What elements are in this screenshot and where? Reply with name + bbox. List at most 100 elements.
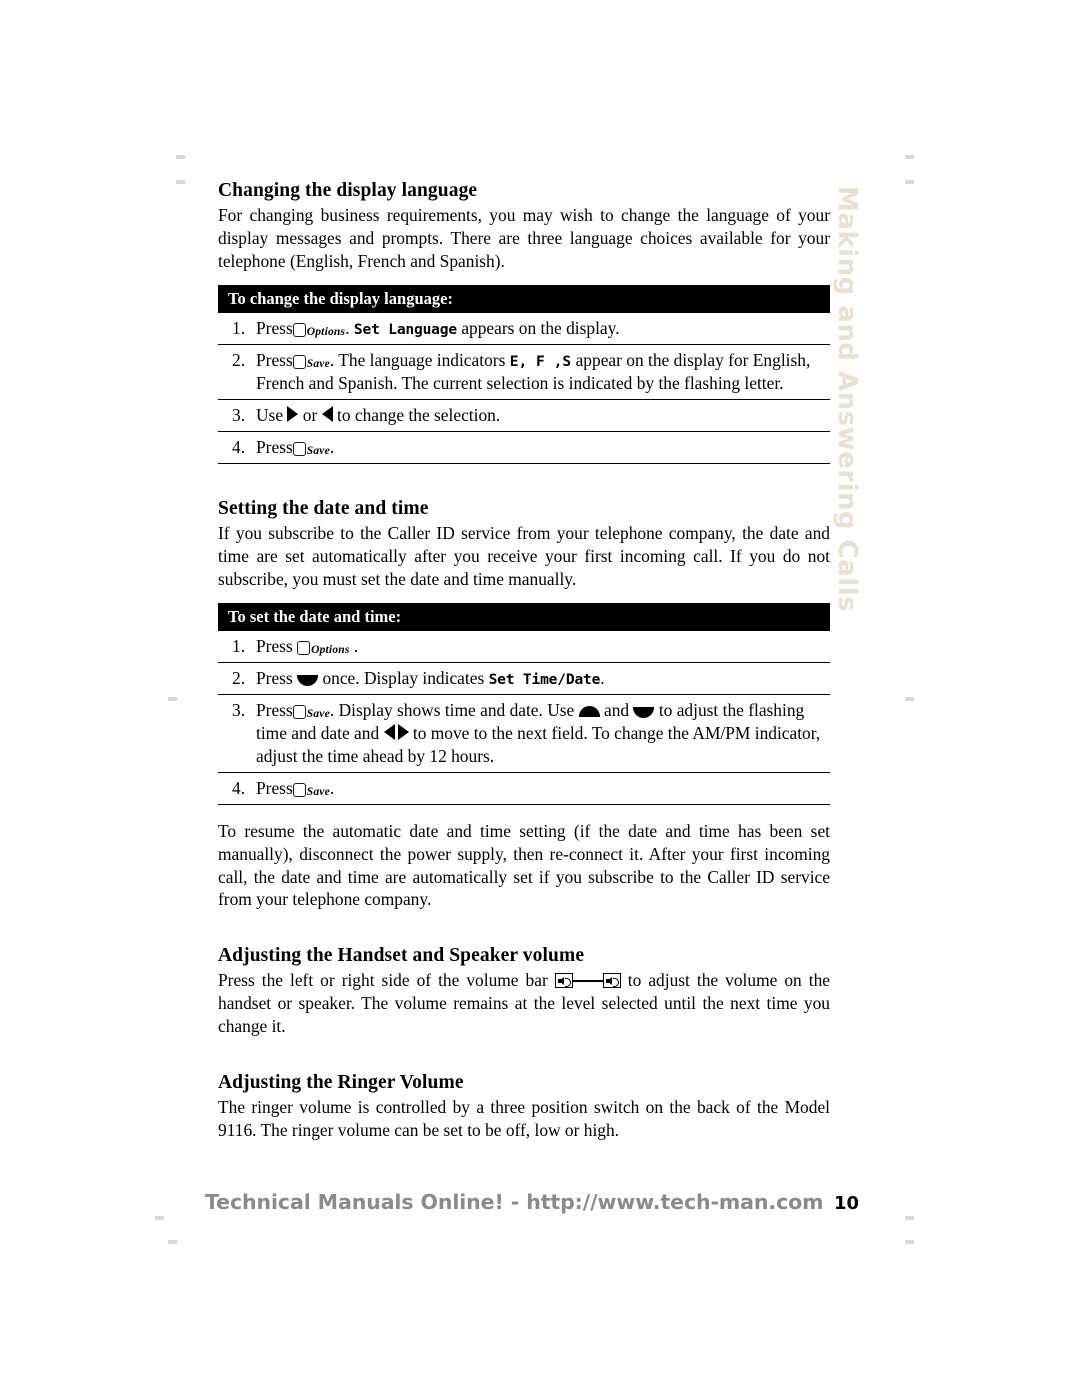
step-mid: once. Display indicates [322, 668, 485, 688]
section-intro-display-language: For changing business requirements, you … [218, 205, 830, 271]
key-label: Save [306, 785, 330, 798]
volume-bar-right-end [602, 973, 621, 989]
section-outro-date-time: To resume the automatic date and time se… [218, 820, 830, 910]
step-text-after: . [353, 636, 359, 657]
key-label: Save [306, 444, 330, 457]
key-label: Save [306, 358, 330, 371]
step-text: Press Save. [256, 436, 830, 459]
footer-url[interactable]: Technical Manuals Online! - http://www.t… [205, 1190, 823, 1214]
step-lead: Use [256, 405, 284, 425]
save-key-icon: Save [292, 778, 330, 801]
procedure-step: 4. Press Save. [218, 432, 830, 464]
step-number: 3. [232, 405, 246, 425]
section-title-display-language: Changing the display language [218, 180, 478, 201]
step-number: 1. [232, 318, 246, 339]
step-text-after: . [329, 777, 335, 798]
key-label: Save [306, 707, 330, 720]
chapter-side-tab-label: Making and Answering Calls [832, 186, 862, 613]
section-title-ringer-volume: Adjusting the Ringer Volume [218, 1071, 464, 1093]
save-key-icon: Save [292, 700, 330, 723]
step-number: 1. [232, 636, 246, 657]
lcd-display-text: Set Time/Date [488, 671, 601, 688]
arrow-right-icon [397, 723, 409, 740]
section-title-handset-speaker-volume: Adjusting the Handset and Speaker volume [218, 945, 585, 967]
key-cap-shape [292, 704, 306, 719]
step-press-label: Press [256, 636, 293, 657]
save-key-icon: Save [292, 350, 330, 373]
language-indicators: E, F ,S [509, 353, 572, 371]
step-text-after: . [329, 436, 335, 457]
arrow-left-icon [383, 723, 395, 740]
step-text: Press once. Display indicates Set Time/D… [256, 667, 830, 690]
page-content: Changing the display language For changi… [218, 180, 830, 1142]
rocker-down-icon [633, 706, 655, 718]
section-title-date-time: Setting the date and time [218, 497, 429, 519]
speaker-wave-icon [564, 978, 571, 988]
step-mid: or [302, 405, 318, 425]
step-number: 2. [232, 350, 246, 371]
step-press-label: Press [256, 699, 293, 720]
volume-bar-line [571, 980, 604, 982]
step-text-after: . [345, 318, 350, 339]
chapter-side-tab: Making and Answering Calls [824, 186, 870, 612]
step-number: 3. [232, 699, 246, 720]
procedure-change-display-language: To change the display language: 1. Press… [218, 284, 830, 464]
procedure-step: 1. Press Options . [218, 631, 830, 663]
page-footer: Technical Manuals Online! - http://www.t… [0, 1190, 1080, 1230]
step-text: Use or to change the selection. [256, 404, 830, 427]
crop-mark-top-right-2 [905, 180, 914, 184]
key-cap-shape [292, 782, 306, 797]
step-number: 4. [232, 436, 246, 457]
step-tail: to change the selection. [336, 405, 501, 425]
procedure-step: 3. Press Save. Display shows time and dat… [218, 695, 830, 773]
section-text-ringer-volume: The ringer volume is controlled by a thr… [218, 1096, 830, 1140]
speaker-low-icon [557, 977, 564, 986]
volume-bar-left-end [554, 973, 573, 989]
speaker-high-icon [605, 977, 612, 986]
step-text: Press Save. Display shows time and date. … [256, 699, 830, 768]
section-intro-date-time: If you subscribe to the Caller ID servic… [218, 522, 830, 589]
key-label: Options [311, 644, 350, 657]
key-cap-shape [292, 323, 306, 338]
crop-mark-mid-right [905, 697, 914, 701]
crop-mark-top-left [176, 155, 185, 159]
step-text: Press Options . [256, 635, 830, 658]
key-label: Options [306, 326, 346, 339]
page-number: 10 [834, 1193, 860, 1214]
step-text-after: . Display shows time and date. Use [329, 699, 575, 720]
crop-mark-top-right [905, 155, 914, 159]
step-tail: . [600, 668, 605, 688]
step-press-label: Press [256, 436, 293, 457]
crop-mark-bottom-right-2 [905, 1240, 914, 1244]
crop-mark-bottom-left-2 [168, 1240, 177, 1244]
step-text: Press Save. The language indicators E, F … [256, 349, 830, 395]
arrow-left-icon [321, 406, 333, 422]
rocker-down-icon [297, 675, 319, 686]
crop-mark-top-left-2 [176, 180, 185, 184]
section-text-handset-speaker-volume: Press the left or right side of the volu… [218, 969, 830, 1038]
key-cap-shape [297, 641, 311, 656]
step-press-label: Press [256, 668, 293, 688]
procedure-step: 1. Press Options. Set Language appears on… [218, 313, 830, 346]
step-tail: appears on the display. [461, 318, 620, 339]
volume-bar-icon [554, 973, 621, 990]
options-key-icon: Options [297, 636, 349, 659]
key-cap-shape [292, 441, 306, 456]
step-mid-and: and [604, 699, 630, 720]
procedure-step: 2. Press Save. The language indicators E,… [218, 345, 830, 400]
procedure-step: 3. Use or to change the selection. [218, 400, 830, 432]
lcd-display-text: Set Language [353, 321, 457, 339]
rocker-up-icon [578, 705, 600, 717]
options-key-icon: Options [292, 318, 346, 341]
step-number: 2. [232, 668, 246, 688]
step-text: Press Save. [256, 777, 830, 800]
procedure-header-date-time: To set the date and time: [218, 602, 830, 632]
arrow-right-icon [287, 406, 299, 422]
procedure-step: 4. Press Save. [218, 773, 830, 805]
speaker-wave-icon [612, 978, 619, 988]
step-text-after: . The language indicators [329, 350, 506, 371]
step-press-label: Press [256, 318, 293, 339]
step-press-label: Press [256, 350, 293, 371]
procedure-header-display-language: To change the display language: [218, 284, 830, 314]
crop-mark-mid-left [168, 697, 177, 701]
